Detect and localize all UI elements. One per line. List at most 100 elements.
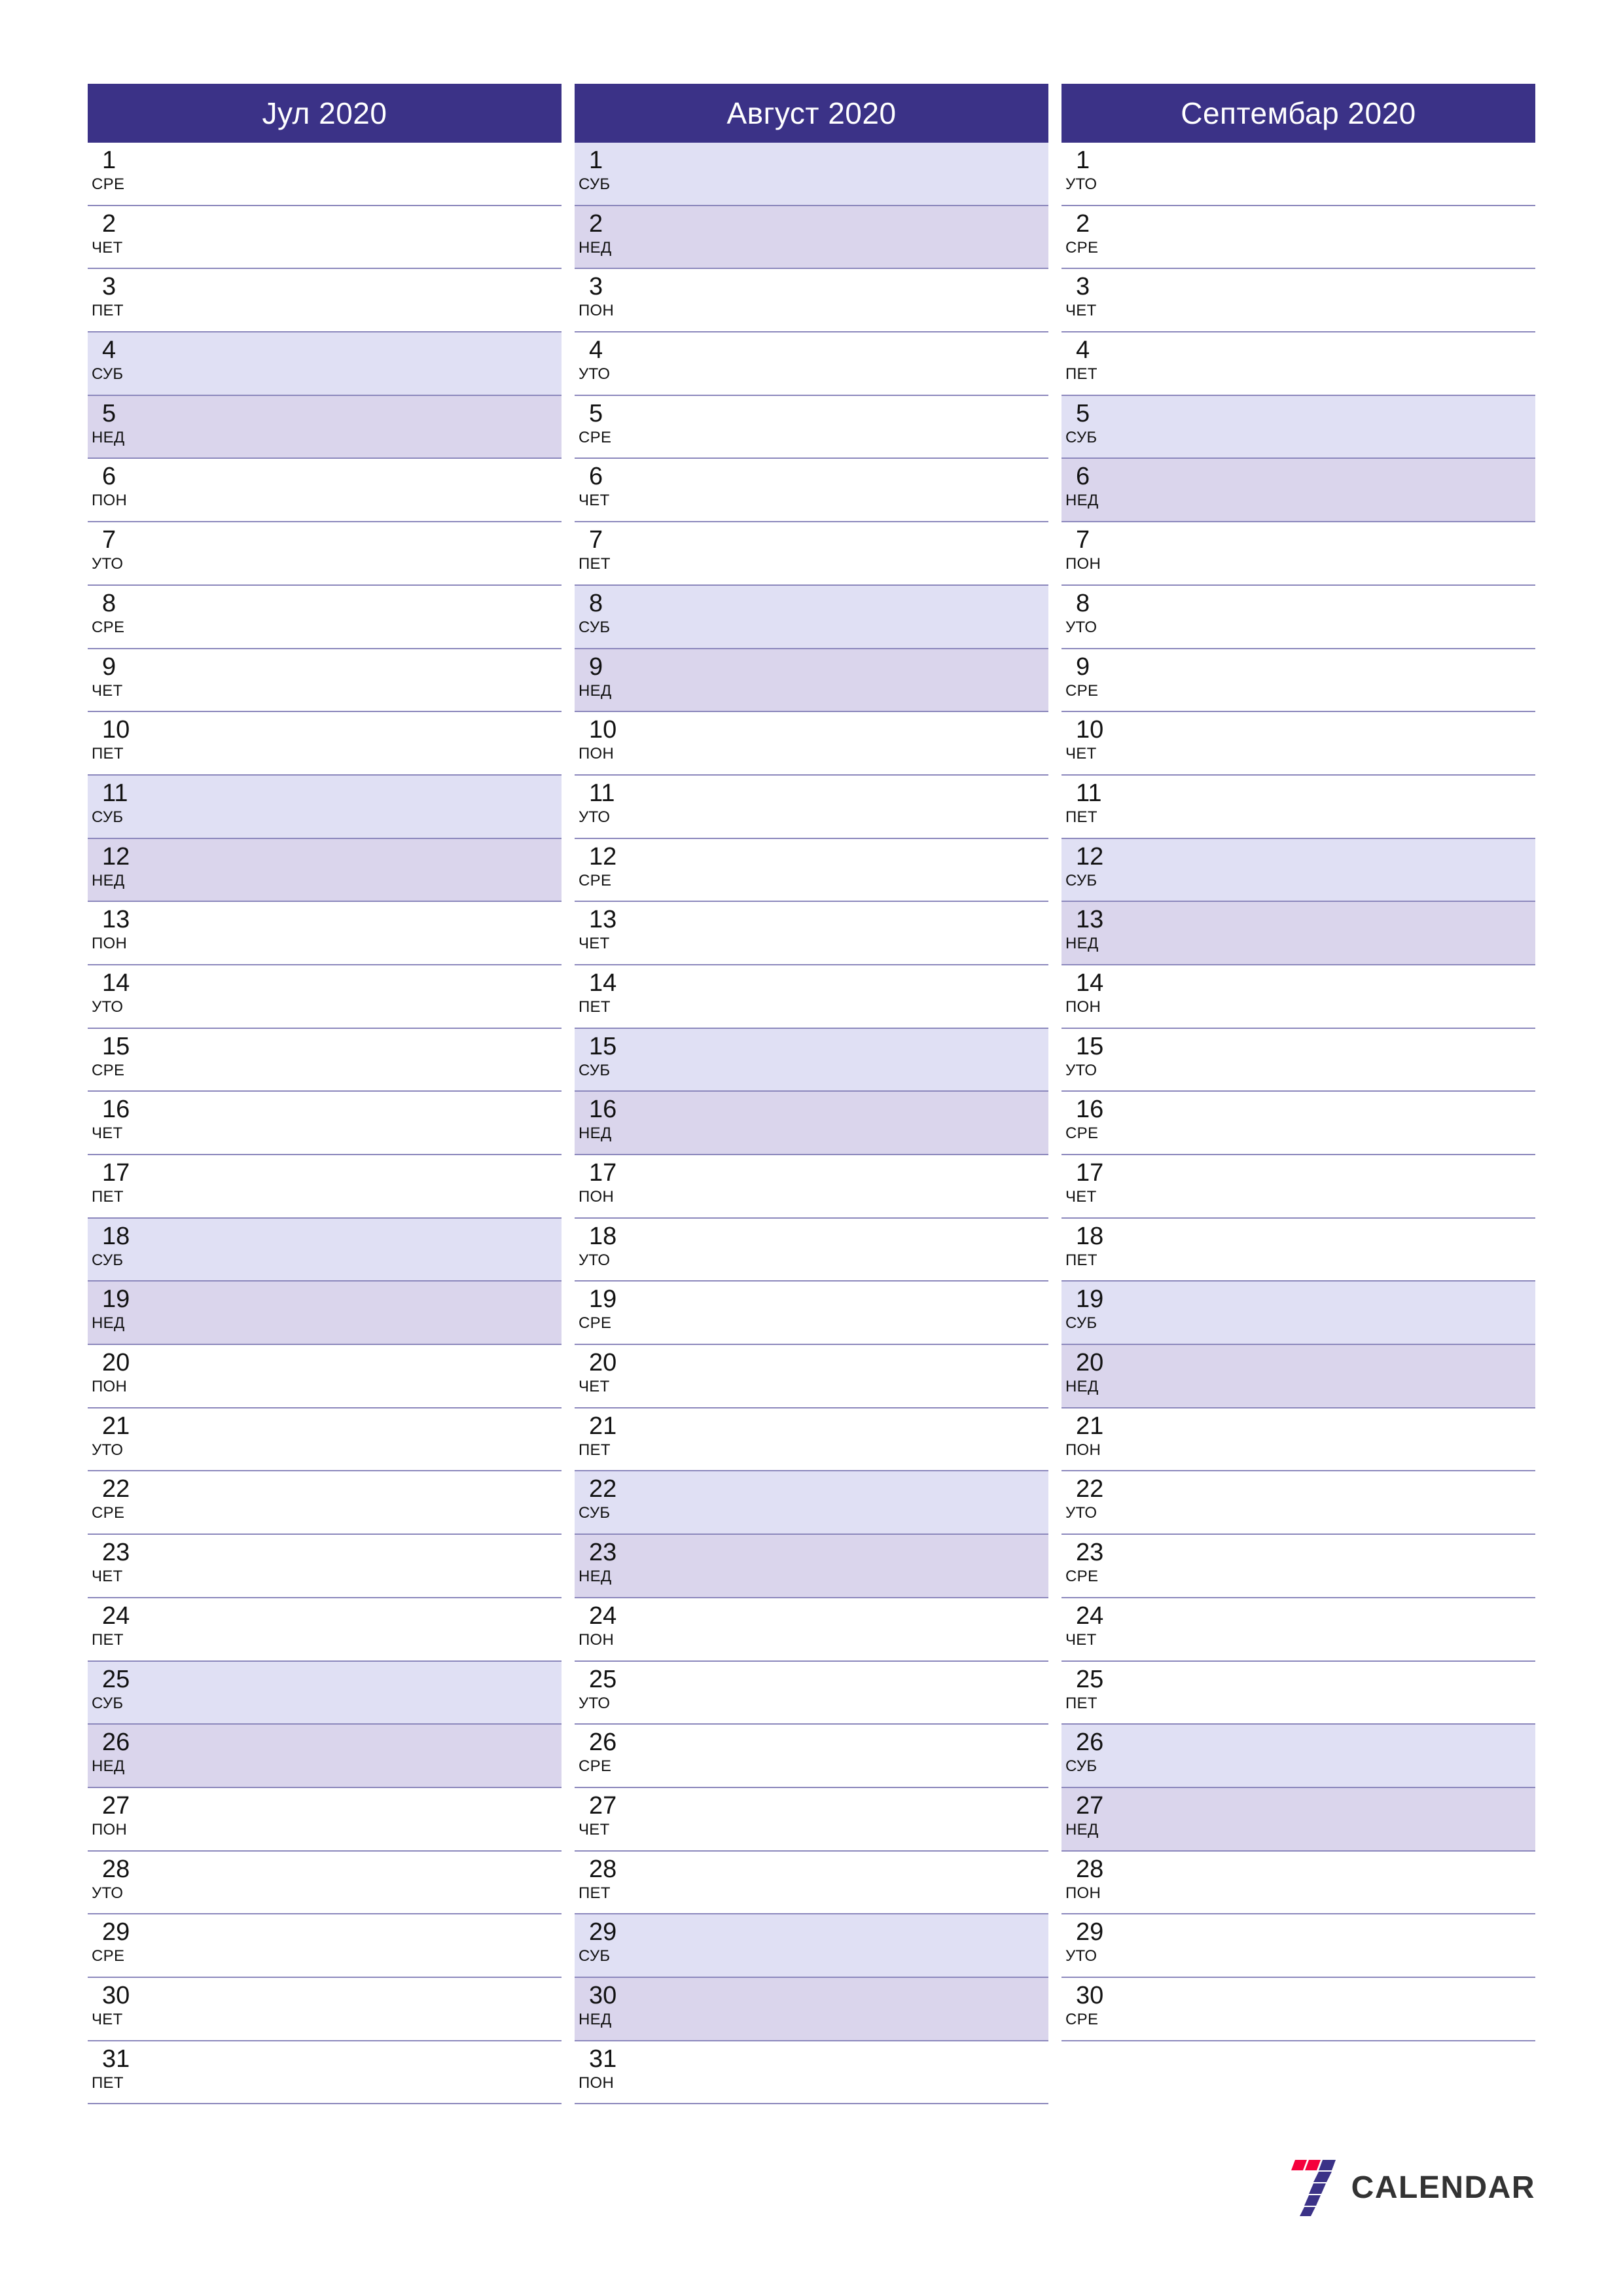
- day-row[interactable]: 30 СРЕ: [1061, 1977, 1535, 2041]
- day-weekday-label: СУБ: [92, 365, 124, 384]
- day-weekday-label: ПЕТ: [92, 1188, 124, 1206]
- day-number: 20: [1076, 1349, 1104, 1377]
- day-row[interactable]: 27 ПОН: [88, 1787, 562, 1852]
- day-row[interactable]: 25 УТО: [575, 1661, 1048, 1725]
- day-row[interactable]: 8 СУБ: [575, 585, 1048, 649]
- day-row[interactable]: 1 СУБ: [575, 143, 1048, 206]
- day-row[interactable]: 10 ЧЕТ: [1061, 712, 1535, 776]
- day-weekday-label: НЕД: [579, 1568, 612, 1586]
- day-row[interactable]: 9 ЧЕТ: [88, 649, 562, 713]
- day-row[interactable]: 20 ЧЕТ: [575, 1345, 1048, 1408]
- day-row[interactable]: 18 СУБ: [88, 1218, 562, 1282]
- day-row[interactable]: 19 СРЕ: [575, 1282, 1048, 1346]
- day-row[interactable]: 4 ПЕТ: [1061, 332, 1535, 396]
- day-weekday-label: СРЕ: [1065, 681, 1099, 700]
- day-row[interactable]: 3 ПЕТ: [88, 269, 562, 333]
- day-row[interactable]: 14 ПЕТ: [575, 965, 1048, 1029]
- day-row[interactable]: 5 СРЕ: [575, 395, 1048, 459]
- day-row[interactable]: 21 УТО: [88, 1408, 562, 1472]
- day-row[interactable]: 23 ЧЕТ: [88, 1535, 562, 1598]
- day-row[interactable]: 22 СРЕ: [88, 1471, 562, 1535]
- day-row[interactable]: 7 УТО: [88, 522, 562, 586]
- day-number: 15: [589, 1032, 617, 1060]
- day-row[interactable]: 15 УТО: [1061, 1028, 1535, 1092]
- day-row[interactable]: 25 ПЕТ: [1061, 1661, 1535, 1725]
- day-row[interactable]: 7 ПОН: [1061, 522, 1535, 586]
- day-row[interactable]: 1 УТО: [1061, 143, 1535, 206]
- day-row[interactable]: 13 НЕД: [1061, 902, 1535, 965]
- day-row[interactable]: 14 ПОН: [1061, 965, 1535, 1029]
- day-row[interactable]: 16 ЧЕТ: [88, 1092, 562, 1155]
- day-row[interactable]: 2 НЕД: [575, 206, 1048, 270]
- day-row[interactable]: 31 ПЕТ: [88, 2041, 562, 2105]
- day-row[interactable]: 19 СУБ: [1061, 1282, 1535, 1346]
- day-row[interactable]: 4 УТО: [575, 332, 1048, 396]
- day-row[interactable]: 16 СРЕ: [1061, 1092, 1535, 1155]
- day-row[interactable]: 6 ПОН: [88, 459, 562, 523]
- day-row[interactable]: 28 ПОН: [1061, 1851, 1535, 1915]
- day-row[interactable]: 24 ПЕТ: [88, 1598, 562, 1662]
- day-row[interactable]: 13 ЧЕТ: [575, 902, 1048, 965]
- day-row[interactable]: 8 УТО: [1061, 585, 1535, 649]
- day-row[interactable]: 10 ПОН: [575, 712, 1048, 776]
- day-row[interactable]: 26 НЕД: [88, 1725, 562, 1788]
- day-row[interactable]: 22 УТО: [1061, 1471, 1535, 1535]
- day-row[interactable]: 31 ПОН: [575, 2041, 1048, 2105]
- day-row[interactable]: 6 ЧЕТ: [575, 459, 1048, 523]
- day-row[interactable]: 5 НЕД: [88, 395, 562, 459]
- day-row[interactable]: 27 ЧЕТ: [575, 1787, 1048, 1852]
- day-row[interactable]: 21 ПОН: [1061, 1408, 1535, 1472]
- day-row[interactable]: 9 НЕД: [575, 649, 1048, 713]
- day-row[interactable]: 2 СРЕ: [1061, 206, 1535, 270]
- day-row[interactable]: 26 СРЕ: [575, 1725, 1048, 1788]
- day-row[interactable]: 26 СУБ: [1061, 1725, 1535, 1788]
- day-row[interactable]: 20 НЕД: [1061, 1345, 1535, 1408]
- day-row[interactable]: 12 НЕД: [88, 838, 562, 903]
- day-row[interactable]: 23 СРЕ: [1061, 1535, 1535, 1598]
- day-row[interactable]: 28 ПЕТ: [575, 1851, 1048, 1915]
- day-row[interactable]: 17 ПЕТ: [88, 1155, 562, 1219]
- day-row[interactable]: 7 ПЕТ: [575, 522, 1048, 586]
- day-row[interactable]: 6 НЕД: [1061, 459, 1535, 523]
- day-row[interactable]: 4 СУБ: [88, 332, 562, 396]
- day-row[interactable]: 5 СУБ: [1061, 395, 1535, 459]
- day-row[interactable]: 23 НЕД: [575, 1535, 1048, 1598]
- day-row[interactable]: 12 СУБ: [1061, 838, 1535, 903]
- day-row[interactable]: 15 СУБ: [575, 1028, 1048, 1092]
- day-row[interactable]: 8 СРЕ: [88, 585, 562, 649]
- day-row[interactable]: 29 УТО: [1061, 1914, 1535, 1978]
- day-number: 8: [102, 589, 116, 617]
- day-row[interactable]: 15 СРЕ: [88, 1028, 562, 1092]
- day-row[interactable]: 10 ПЕТ: [88, 712, 562, 776]
- day-row[interactable]: 13 ПОН: [88, 902, 562, 965]
- day-row[interactable]: 1 СРЕ: [88, 143, 562, 206]
- day-row[interactable]: 14 УТО: [88, 965, 562, 1029]
- day-row[interactable]: 9 СРЕ: [1061, 649, 1535, 713]
- day-row[interactable]: 3 ЧЕТ: [1061, 269, 1535, 333]
- day-row[interactable]: 3 ПОН: [575, 269, 1048, 333]
- day-row[interactable]: 22 СУБ: [575, 1471, 1048, 1535]
- day-row[interactable]: 17 ПОН: [575, 1155, 1048, 1219]
- day-row[interactable]: 2 ЧЕТ: [88, 206, 562, 270]
- day-row[interactable]: 30 ЧЕТ: [88, 1977, 562, 2041]
- day-row[interactable]: 18 УТО: [575, 1218, 1048, 1282]
- day-row[interactable]: 29 СУБ: [575, 1914, 1048, 1978]
- day-row[interactable]: 11 СУБ: [88, 775, 562, 839]
- day-row[interactable]: 12 СРЕ: [575, 838, 1048, 903]
- day-row[interactable]: 24 ПОН: [575, 1598, 1048, 1662]
- day-row[interactable]: 17 ЧЕТ: [1061, 1155, 1535, 1219]
- day-row[interactable]: 28 УТО: [88, 1851, 562, 1915]
- day-row[interactable]: 19 НЕД: [88, 1282, 562, 1346]
- day-row[interactable]: 21 ПЕТ: [575, 1408, 1048, 1472]
- day-row[interactable]: 11 ПЕТ: [1061, 775, 1535, 839]
- day-row[interactable]: 20 ПОН: [88, 1345, 562, 1408]
- day-row[interactable]: 18 ПЕТ: [1061, 1218, 1535, 1282]
- day-row[interactable]: 11 УТО: [575, 775, 1048, 839]
- day-row[interactable]: 29 СРЕ: [88, 1914, 562, 1978]
- day-row[interactable]: 16 НЕД: [575, 1092, 1048, 1155]
- day-row[interactable]: 25 СУБ: [88, 1661, 562, 1725]
- day-row[interactable]: 30 НЕД: [575, 1977, 1048, 2041]
- day-row[interactable]: 24 ЧЕТ: [1061, 1598, 1535, 1662]
- day-row[interactable]: 27 НЕД: [1061, 1787, 1535, 1852]
- day-weekday-label: ПЕТ: [92, 302, 124, 320]
